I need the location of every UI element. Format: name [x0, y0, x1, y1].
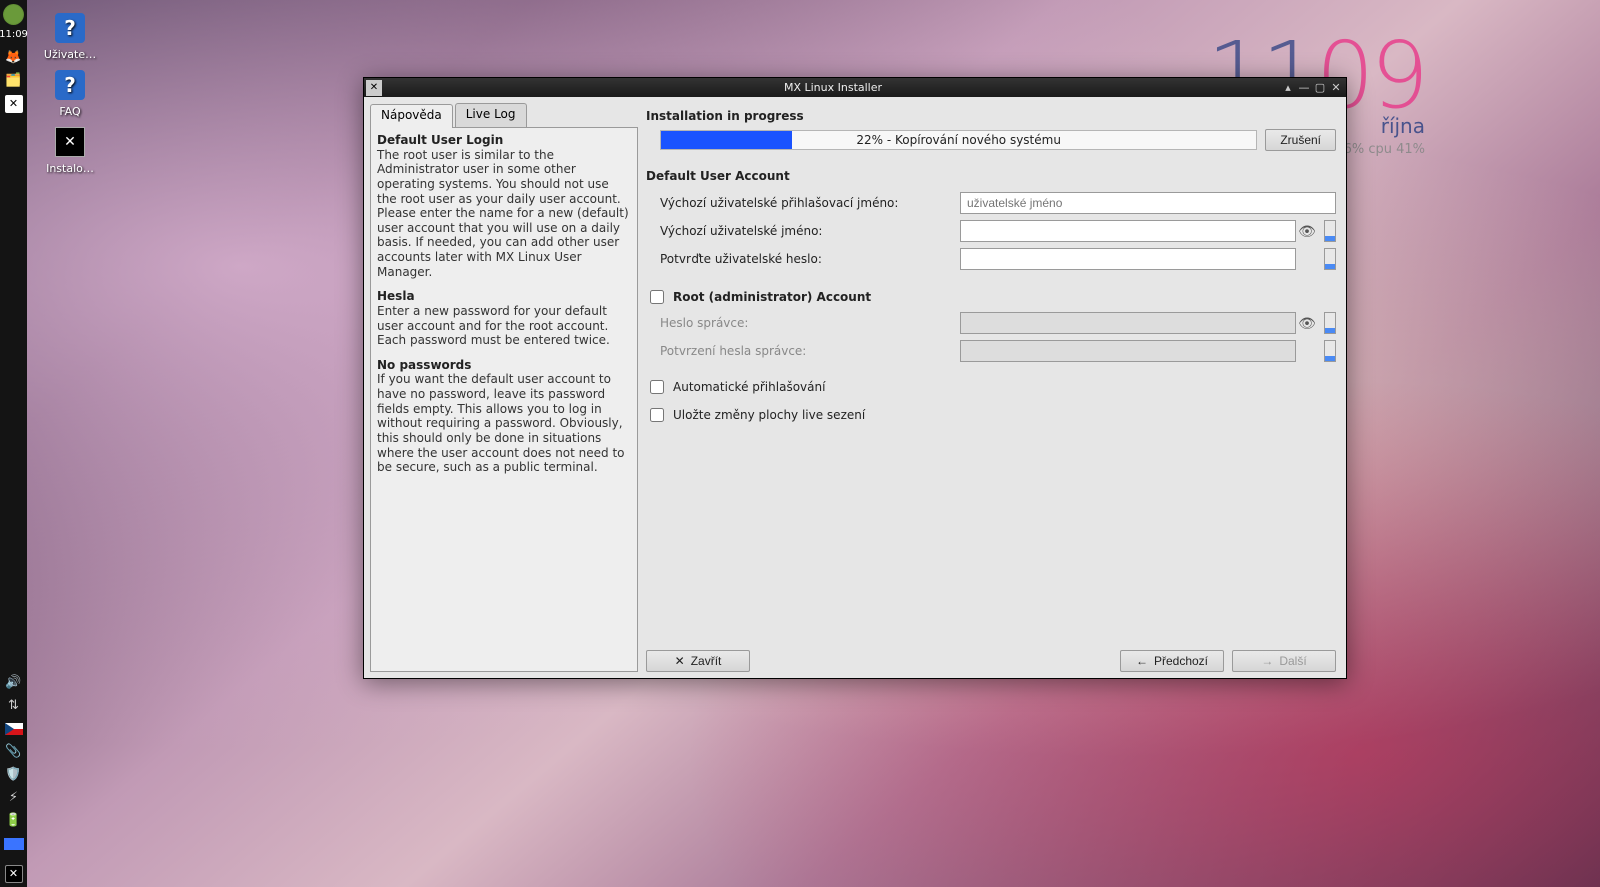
footer: ✕ Zavřít ← Předchozí → Další	[646, 646, 1336, 672]
help-pane: Nápověda Live Log Default User Login The…	[370, 103, 638, 672]
minimize-icon[interactable]: —	[1296, 80, 1312, 96]
user-heading: Default User Account	[646, 169, 1336, 183]
next-button-label: Další	[1279, 654, 1306, 668]
help-h1: Default User Login	[377, 133, 631, 148]
root-password-confirm-input	[960, 340, 1296, 362]
shade-icon[interactable]: ▴	[1280, 80, 1296, 96]
root-section: Root (administrator) Account	[646, 287, 1336, 307]
keyboard-layout-icon[interactable]	[3, 718, 24, 739]
user-confirm-label: Potvrďte uživatelské heslo:	[660, 252, 960, 266]
root-password-input	[960, 312, 1296, 334]
window-title: MX Linux Installer	[386, 81, 1280, 94]
autologin-checkbox[interactable]	[650, 380, 664, 394]
tab-help[interactable]: Nápověda	[370, 104, 453, 128]
password-strength-meter	[1324, 248, 1336, 270]
desktop-icon-label: Uživate…	[44, 48, 96, 61]
help-content: Default User Login The root user is simi…	[370, 127, 638, 672]
arrow-left-icon: ←	[1136, 654, 1148, 668]
network-icon[interactable]: ⇅	[3, 695, 24, 716]
desktop-icons: ? Uživate… ? FAQ ✕ Instalo…	[40, 10, 100, 175]
user-password-confirm-input[interactable]	[960, 248, 1296, 270]
password-strength-meter	[1324, 340, 1336, 362]
prev-button[interactable]: ← Předchozí	[1120, 650, 1224, 672]
mx-menu-icon[interactable]: ✕	[3, 863, 24, 884]
eye-icon: 👁	[1296, 312, 1318, 334]
close-icon: ✕	[675, 654, 685, 668]
maximize-icon[interactable]: ▢	[1312, 80, 1328, 96]
task-indicator[interactable]	[3, 833, 24, 854]
cancel-button[interactable]: Zrušení	[1265, 129, 1336, 151]
save-desktop-label: Uložte změny plochy live sezení	[673, 408, 865, 422]
help-b1: The root user is similar to the Administ…	[377, 148, 629, 279]
root-heading: Root (administrator) Account	[673, 290, 871, 304]
help-tabstrip: Nápověda Live Log	[370, 103, 638, 127]
installer-window: ✕ MX Linux Installer ▴ — ▢ ✕ Nápověda Li…	[363, 77, 1347, 679]
user-password-input[interactable]	[960, 220, 1296, 242]
main-pane: Installation in progress 22% - Kopírován…	[646, 103, 1340, 672]
volume-icon[interactable]: 🔊	[3, 672, 24, 693]
autologin-label: Automatické přihlašování	[673, 380, 825, 394]
login-input[interactable]	[960, 192, 1336, 214]
help-icon: ?	[52, 67, 88, 103]
power-icon[interactable]: ⚡	[3, 787, 24, 808]
progress-heading: Installation in progress	[646, 109, 1336, 123]
clipboard-icon[interactable]: 📎	[3, 741, 24, 762]
desktop-icon-faq[interactable]: ? FAQ	[40, 67, 100, 118]
terminal-icon[interactable]: ✕	[3, 93, 24, 114]
firefox-icon[interactable]: 🦊	[3, 47, 24, 68]
root-confirm-label: Potvrzení hesla správce:	[660, 344, 960, 358]
app-icon: ✕	[366, 80, 382, 96]
prev-button-label: Předchozí	[1154, 654, 1208, 668]
help-b2: Enter a new password for your default us…	[377, 304, 610, 347]
desktop-icon-installer[interactable]: ✕ Instalo…	[40, 124, 100, 175]
root-password-label: Heslo správce:	[660, 316, 960, 330]
battery-icon[interactable]: 🔋	[3, 810, 24, 831]
password-strength-meter	[1324, 312, 1336, 334]
help-b3: If you want the default user account to …	[377, 372, 625, 474]
mx-icon: ✕	[52, 124, 88, 160]
panel-left: 11:09 🦊 🗂️ ✕ 🔊 ⇅ 📎 🛡️ ⚡ 🔋 ✕	[0, 0, 27, 887]
root-enable-checkbox[interactable]	[650, 290, 664, 304]
login-label: Výchozí uživatelské přihlašovací jméno:	[660, 196, 960, 210]
next-button: → Další	[1232, 650, 1336, 672]
close-icon[interactable]: ✕	[1328, 80, 1344, 96]
eye-icon[interactable]: 👁	[1296, 220, 1318, 242]
desktop-icon-uzivatel[interactable]: ? Uživate…	[40, 10, 100, 61]
window-titlebar[interactable]: ✕ MX Linux Installer ▴ — ▢ ✕	[364, 78, 1346, 97]
files-icon[interactable]: 🗂️	[3, 70, 24, 91]
password-strength-meter	[1324, 220, 1336, 242]
desktop-icon-label: FAQ	[59, 105, 80, 118]
progress-bar: 22% - Kopírování nového systému	[660, 130, 1257, 150]
save-desktop-checkbox[interactable]	[650, 408, 664, 422]
help-h2: Hesla	[377, 289, 631, 304]
arrow-right-icon: →	[1261, 654, 1273, 668]
updater-icon[interactable]: 🛡️	[3, 764, 24, 785]
desktop-icon-label: Instalo…	[46, 162, 94, 175]
help-icon: ?	[52, 10, 88, 46]
close-button-label: Zavřít	[691, 654, 722, 668]
panel-clock: 11:09	[0, 29, 28, 40]
tab-livelog[interactable]: Live Log	[455, 103, 527, 127]
username-label: Výchozí uživatelské jméno:	[660, 224, 960, 238]
help-h3: No passwords	[377, 358, 631, 373]
menu-icon[interactable]	[3, 4, 24, 25]
progress-text: 22% - Kopírování nového systému	[661, 131, 1256, 149]
close-button[interactable]: ✕ Zavřít	[646, 650, 750, 672]
